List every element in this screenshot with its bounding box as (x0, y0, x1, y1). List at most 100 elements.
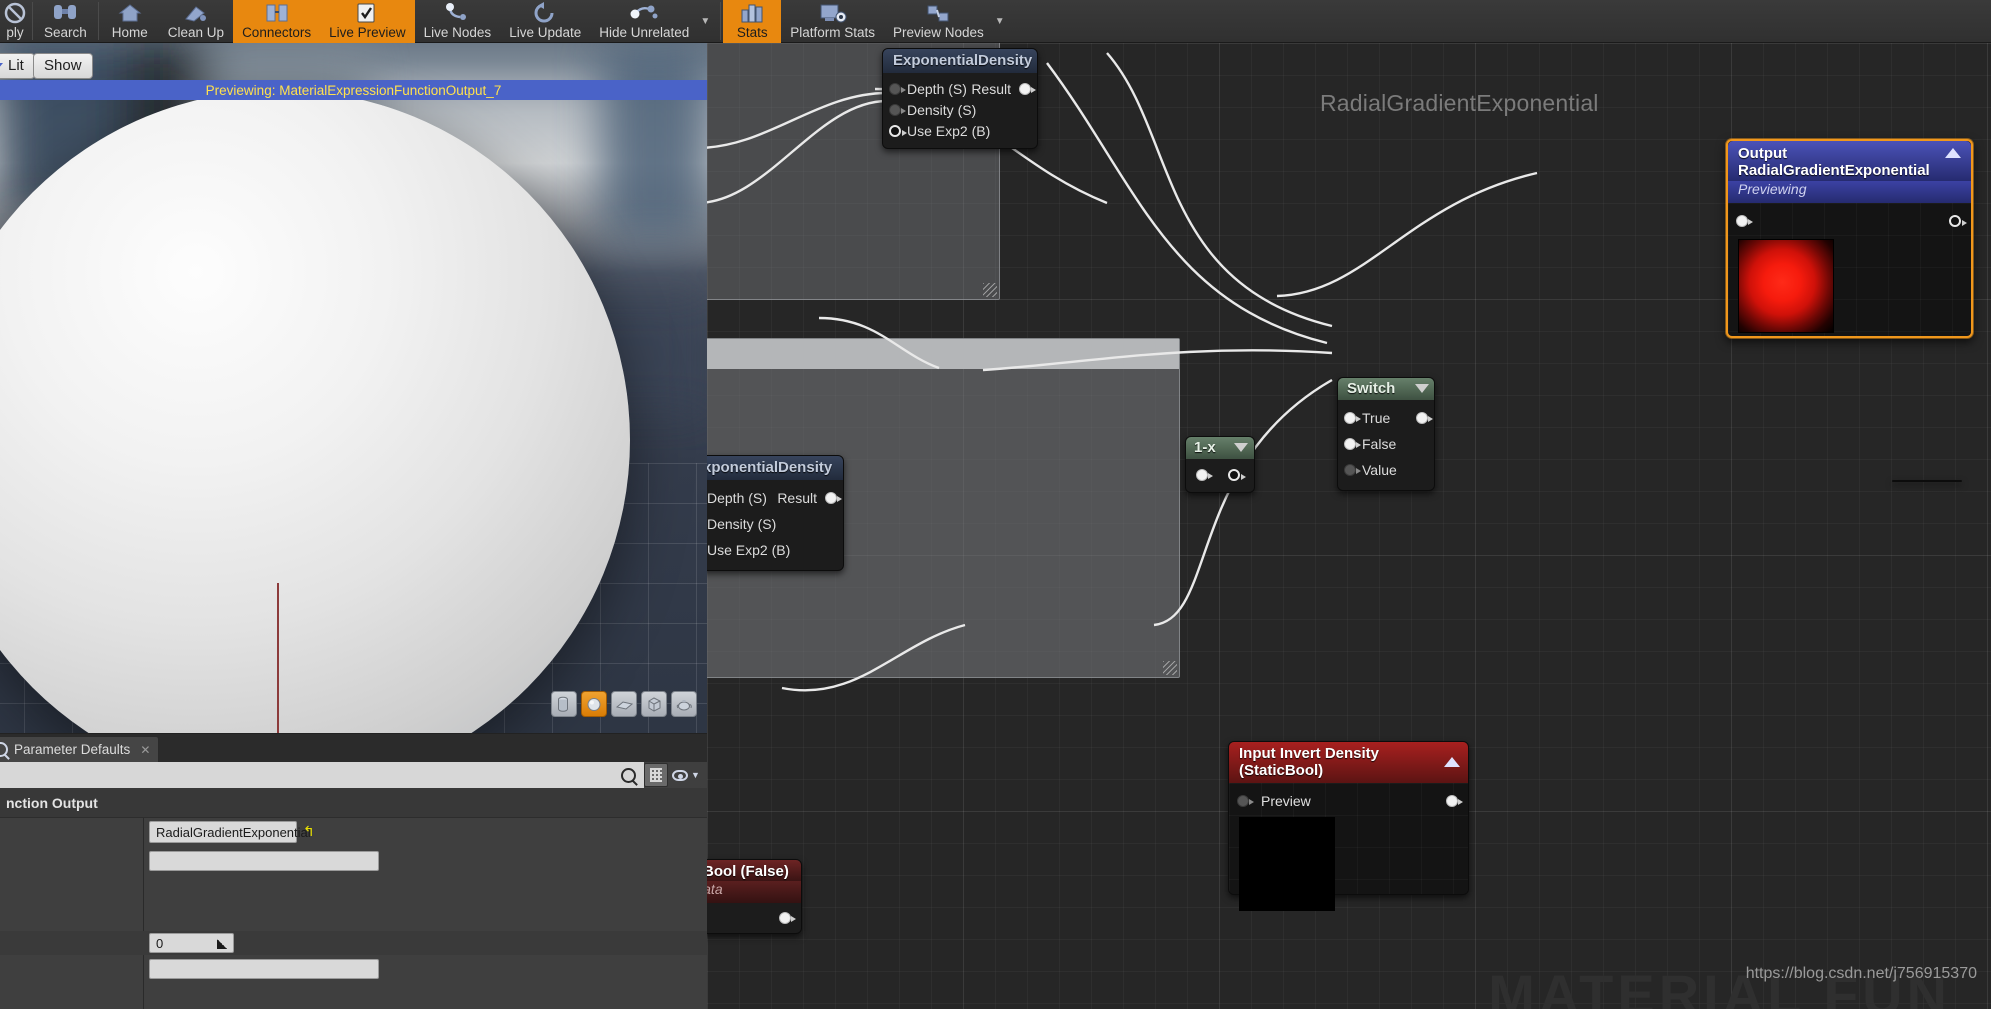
input-label-false: False (1362, 436, 1397, 452)
node-title-bar[interactable]: Input Invert Density (StaticBool) (1229, 742, 1468, 783)
plane-shape-button[interactable] (611, 691, 637, 717)
search-input[interactable] (0, 762, 621, 788)
output-pin-result[interactable] (825, 492, 842, 504)
output-name-field[interactable]: RadialGradientExponential (149, 821, 311, 843)
description-field[interactable] (149, 851, 379, 871)
node-static-bool[interactable]: Static Bool (False) Input Data (707, 859, 802, 934)
node-subtitle: Previewing (1738, 181, 1807, 197)
input-label-depth: Depth (S) (907, 80, 967, 97)
chevron-up-icon[interactable] (1945, 148, 1961, 158)
details-tools: ▼ (644, 762, 707, 788)
node-title-bar[interactable]: Output RadialGradientExponential (1728, 141, 1971, 181)
chevron-up-icon[interactable] (1444, 757, 1460, 767)
details-section-label: nction Output (6, 794, 98, 811)
platform-stats-icon (819, 1, 847, 25)
viewport-axis-line (277, 583, 279, 733)
input-pin-value[interactable] (1344, 464, 1361, 476)
node-exponential-density-mid[interactable]: ExponentialDensity Depth (S) Result Dens… (707, 455, 844, 571)
search-icon-inline[interactable] (621, 767, 636, 783)
input-pin-preview[interactable] (1237, 795, 1254, 807)
toolbar-item-apply[interactable]: ply (0, 0, 30, 43)
toolbar-item-live-nodes[interactable]: Live Nodes (415, 0, 501, 43)
viewport-show-button[interactable]: Show (33, 53, 93, 79)
node-title-bar[interactable]: ExponentialDensity (883, 49, 1037, 73)
input-pin-depth[interactable] (889, 82, 906, 95)
node-subtitle-bar: Input Data (707, 881, 801, 903)
output-pin-bool[interactable] (779, 912, 796, 924)
teapot-shape-button[interactable] (671, 691, 697, 717)
viewport-lit-button[interactable]: Lit (0, 53, 35, 79)
node-one-minus-x-real[interactable]: 1-x (1185, 436, 1255, 493)
output-pin-switch[interactable] (1416, 412, 1433, 424)
toolbar-item-clean-up[interactable]: Clean Up (159, 0, 233, 43)
comment-resize-grip-2[interactable] (1163, 661, 1177, 675)
input-pin-false[interactable] (1344, 438, 1361, 450)
toolbar-item-live-preview[interactable]: Live Preview (320, 0, 415, 43)
node-subtitle-bar: Previewing (1728, 181, 1971, 203)
node-row-density: Density (S) (707, 511, 843, 537)
live-preview-icon (355, 1, 379, 25)
cylinder-shape-button[interactable] (551, 691, 577, 717)
chevron-down-icon[interactable] (1234, 443, 1248, 452)
toolbar-item-live-update[interactable]: Live Update (500, 0, 590, 43)
node-switch[interactable]: Switch True False Value (1337, 377, 1435, 491)
toolbar-item-connectors[interactable]: Connectors (233, 0, 321, 43)
tab-parameter-defaults[interactable]: Parameter Defaults ✕ (0, 736, 160, 762)
node-title-bar[interactable]: Static Bool (False) (707, 860, 801, 881)
chevron-down-icon[interactable] (1415, 384, 1429, 393)
toolbar-overflow-caret-icon[interactable]: ▼ (698, 0, 718, 43)
input-pin-use-exp2[interactable] (889, 124, 907, 137)
toolbar-item-home[interactable]: Home (101, 0, 159, 43)
close-icon[interactable]: ✕ (140, 743, 150, 757)
reset-to-default-icon[interactable]: ↰ (303, 823, 315, 840)
node-body: Depth (S) Result Density (S) Use Exp2 (B… (707, 480, 843, 570)
node-one-minus-x[interactable] (1892, 480, 1962, 482)
node-row-depth: Depth (S) Result (883, 78, 1037, 99)
node-title-bar[interactable]: ExponentialDensity (707, 456, 843, 480)
node-body (1186, 459, 1254, 492)
node-input-invert-density[interactable]: Input Invert Density (StaticBool) Previe… (1228, 741, 1469, 911)
output-pin[interactable] (1446, 795, 1463, 807)
node-output-radial-gradient-exponential[interactable]: Output RadialGradientExponential Preview… (1726, 139, 1973, 338)
input-pin-result[interactable] (1736, 215, 1753, 227)
node-row-true: True (1338, 405, 1434, 431)
node-body (707, 903, 801, 933)
node-exponential-density-top[interactable]: ExponentialDensity Depth (S) Result Dens… (882, 48, 1038, 149)
comment-inverted-density-title: rted Density (707, 339, 1179, 369)
toolbar-item-preview-nodes[interactable]: Preview Nodes (884, 0, 993, 43)
toolbar-item-stats[interactable]: Stats (723, 0, 782, 43)
node-title-bar[interactable]: 1-x (1186, 437, 1254, 459)
node-row-false: False (1338, 431, 1434, 457)
tab-parameter-defaults-label: Parameter Defaults (14, 742, 131, 757)
node-title: Switch (1347, 380, 1396, 397)
extra-field[interactable] (149, 959, 379, 979)
node-title: ExponentialDensity (707, 459, 833, 476)
node-title-bar[interactable]: Switch (1338, 378, 1434, 400)
input-pin-density[interactable] (889, 103, 906, 116)
details-tab-bar: Parameter Defaults ✕ (0, 734, 707, 762)
sphere-shape-button[interactable] (581, 691, 607, 717)
toolbar-overflow-caret-icon-2[interactable]: ▼ (993, 0, 1013, 43)
comment-resize-grip[interactable] (983, 283, 997, 297)
parameter-defaults-panel: Parameter Defaults ✕ ▼ nction Output Rad… (0, 733, 707, 1009)
input-pin-a[interactable] (1196, 469, 1213, 481)
cube-shape-button[interactable] (641, 691, 667, 717)
details-grid-view-button[interactable] (644, 763, 668, 787)
toolbar-separator (32, 2, 33, 40)
output-pin[interactable] (1228, 469, 1246, 481)
output-name-value: RadialGradientExponential (156, 824, 311, 840)
output-pin-result[interactable] (1949, 215, 1967, 227)
node-body: Depth (S) Result Density (S) Use Exp2 (B… (883, 73, 1037, 148)
input-pin-true[interactable] (1344, 412, 1361, 424)
toolbar-label-apply: ply (6, 25, 24, 40)
material-graph-canvas[interactable]: MATERIAL FUN https://blog.csdn.net/j7569… (707, 43, 1991, 1009)
material-preview-viewport[interactable]: Lit Show Previewing: MaterialExpressionF… (0, 43, 707, 733)
node-row-density: Density (S) (883, 99, 1037, 120)
output-pin-result[interactable] (1019, 82, 1036, 95)
toolbar-item-platform-stats[interactable]: Platform Stats (781, 0, 884, 43)
details-visibility-button[interactable]: ▼ (671, 763, 701, 787)
spinner-icon[interactable] (217, 939, 227, 949)
toolbar-item-hide-unrelated[interactable]: Hide Unrelated (590, 0, 698, 43)
toolbar-item-search[interactable]: Search (35, 0, 96, 43)
sort-priority-field[interactable]: 0 (149, 933, 234, 953)
